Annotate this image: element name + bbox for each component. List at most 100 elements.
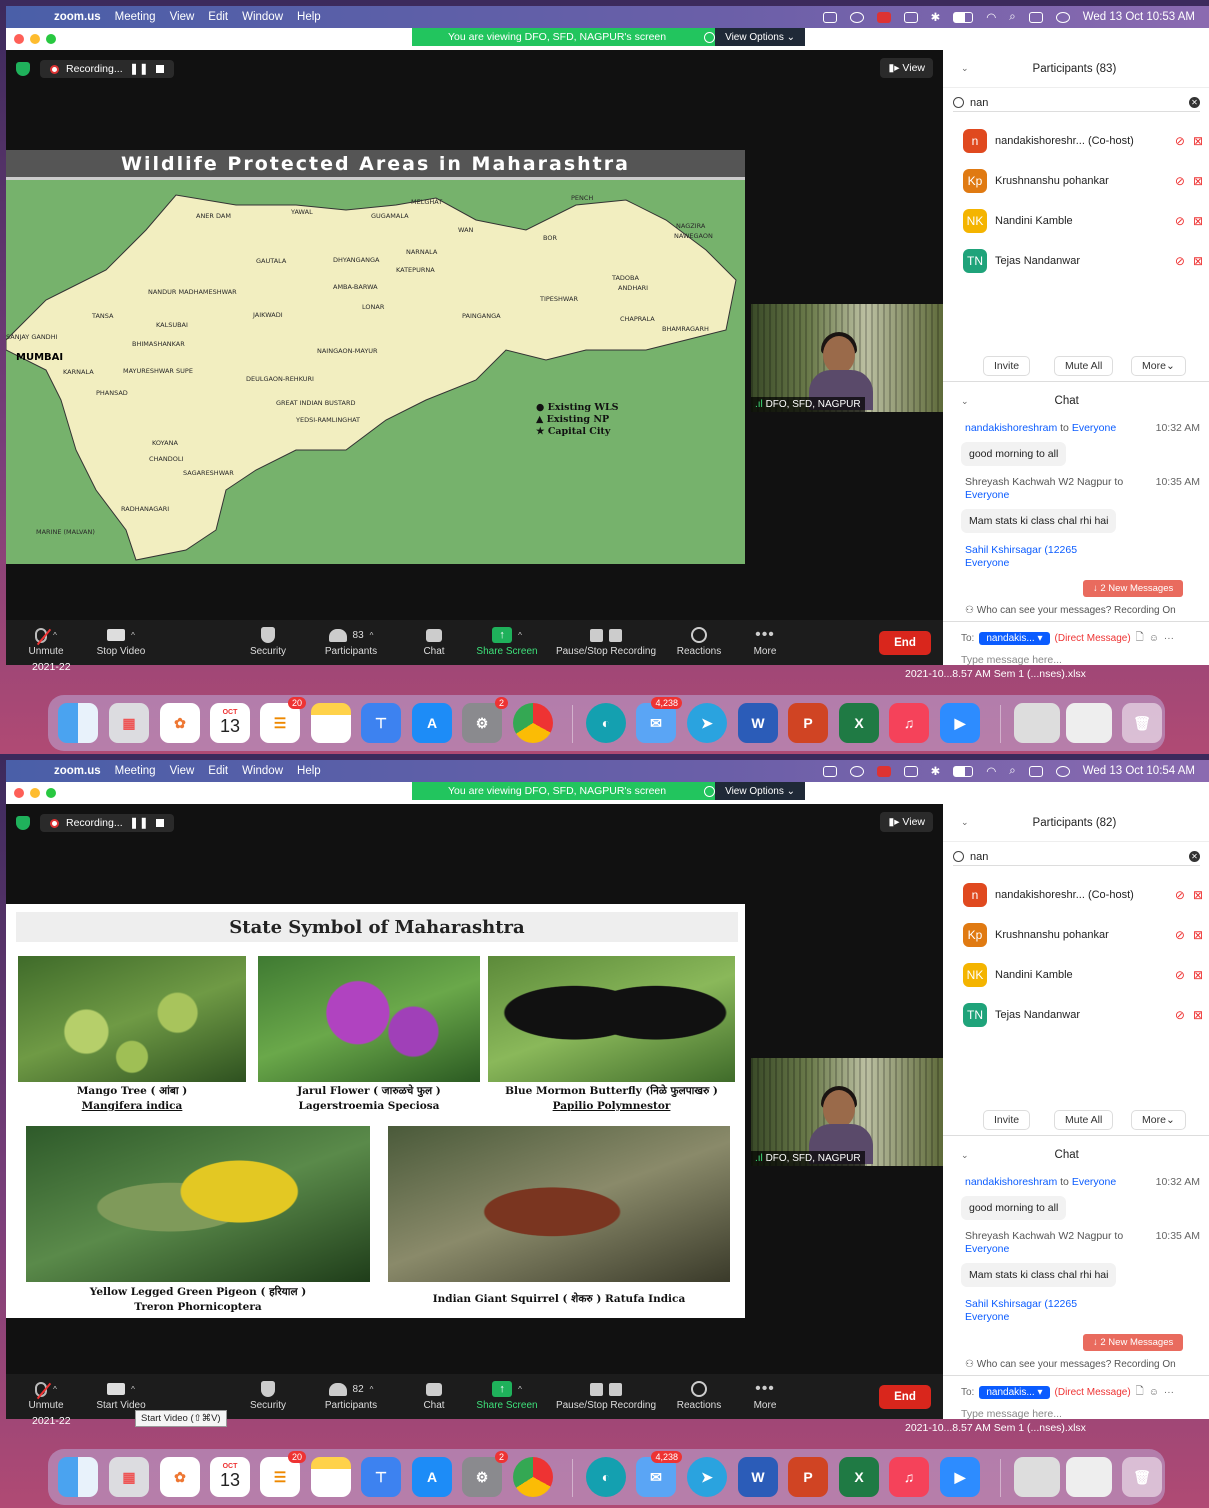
more-dots-icon[interactable]: ··· — [1164, 633, 1174, 644]
participant-row[interactable]: Kp Krushnanshu pohankar ⊘ ⊠ — [963, 168, 1203, 194]
telegram-icon[interactable]: ➤ — [687, 1457, 727, 1497]
video-off-icon[interactable]: ⊠ — [1193, 1008, 1203, 1022]
battery-icon[interactable] — [953, 765, 974, 777]
menu-window[interactable]: Window — [242, 11, 283, 23]
app-store-icon[interactable]: A — [412, 703, 452, 743]
microphone-muted-icon[interactable]: ⊘ — [1175, 1008, 1185, 1022]
word-icon[interactable]: W — [738, 703, 778, 743]
reminders-icon[interactable]: ☰ 20 — [260, 697, 306, 743]
participant-row[interactable]: Kp Krushnanshu pohankar ⊘ ⊠ — [963, 922, 1203, 948]
minimize-window-button[interactable] — [30, 34, 40, 44]
wifi-icon[interactable]: ◠ — [986, 764, 996, 778]
mute-all-button[interactable]: Mute All — [1054, 1110, 1114, 1130]
screen-share-status-icon[interactable] — [822, 765, 837, 777]
menu-help[interactable]: Help — [297, 11, 321, 23]
control-center-icon[interactable] — [1028, 765, 1043, 777]
microphone-muted-icon[interactable]: ⊘ — [1175, 968, 1185, 982]
user-icon[interactable] — [1055, 11, 1070, 23]
more-button[interactable]: ••• More — [750, 626, 780, 658]
microphone-muted-icon[interactable]: ⊘ — [1175, 888, 1185, 902]
menu-view[interactable]: View — [170, 11, 195, 23]
clear-search-icon[interactable]: ✕ — [1189, 851, 1200, 862]
weather-icon[interactable] — [876, 765, 891, 777]
keyboard-icon[interactable] — [903, 11, 918, 23]
participants-button[interactable]: 82 ^ Participants — [318, 1380, 384, 1411]
recipient-dropdown[interactable]: nandakis... ▾ — [979, 632, 1050, 645]
powerpoint-icon[interactable]: P — [788, 703, 828, 743]
menu-app-name[interactable]: zoom.us — [54, 765, 101, 777]
sender-name[interactable]: nandakishoreshram — [965, 422, 1057, 434]
keynote-icon[interactable]: ⊤ — [361, 703, 401, 743]
participant-search-field[interactable]: nan ✕ — [953, 848, 1200, 866]
close-window-button[interactable] — [14, 34, 24, 44]
speaker-video-thumbnail[interactable]: .ıl DFO, SFD, NAGPUR — [751, 304, 943, 412]
collapse-chevron-icon[interactable]: ⌄ — [961, 396, 969, 407]
encryption-shield-icon[interactable] — [16, 62, 30, 76]
excel-icon[interactable]: X — [839, 1457, 879, 1497]
telegram-icon[interactable]: ➤ — [687, 703, 727, 743]
desktop-file-label[interactable]: 2021-10...8.57 AM Sem 1 (...nses).xlsx — [905, 1422, 1086, 1434]
new-messages-button[interactable]: ↓ 2 New Messages — [1083, 1334, 1184, 1351]
app-store-icon[interactable]: A — [412, 1457, 452, 1497]
zoom-icon[interactable]: ▶ — [940, 1457, 980, 1497]
chat-message-bubble[interactable]: Mam stats ki class chal rhi hai — [961, 1263, 1117, 1287]
pause-stop-recording-button[interactable]: Pause/Stop Recording — [552, 626, 660, 657]
chevron-up-icon[interactable]: ^ — [370, 631, 374, 640]
participant-row[interactable]: NK Nandini Kamble ⊘ ⊠ — [963, 208, 1203, 234]
video-off-icon[interactable]: ⊠ — [1193, 174, 1203, 188]
menu-edit[interactable]: Edit — [208, 765, 228, 777]
focus-icon[interactable] — [849, 765, 864, 777]
stop-recording-icon[interactable] — [156, 819, 165, 827]
reminders-icon[interactable]: ☰ 20 — [260, 1451, 306, 1497]
chevron-up-icon[interactable]: ^ — [370, 1385, 374, 1394]
screen-share-status-icon[interactable] — [822, 11, 837, 23]
menu-meeting[interactable]: Meeting — [115, 11, 156, 23]
trash-icon[interactable]: 🗑 — [1122, 703, 1162, 743]
music-icon[interactable]: ♫ — [889, 1457, 929, 1497]
chat-message-bubble[interactable]: good morning to all — [961, 1196, 1067, 1220]
view-options-button[interactable]: View Options ⌄ — [715, 782, 806, 800]
coherence-icon[interactable]: ◐ — [586, 703, 626, 743]
desktop-file-label-left[interactable]: 2021-22 — [32, 661, 71, 673]
chrome-icon[interactable] — [513, 1457, 553, 1497]
zoom-icon[interactable]: ▶ — [940, 703, 980, 743]
desktop-file-label[interactable]: 2021-10...8.57 AM Sem 1 (...nses).xlsx — [905, 668, 1086, 680]
weather-icon[interactable] — [876, 11, 891, 23]
participant-row[interactable]: TN Tejas Nandanwar ⊘ ⊠ — [963, 1002, 1203, 1028]
menubar-clock[interactable]: Wed 13 Oct 10:54 AM — [1083, 765, 1195, 777]
video-off-icon[interactable]: ⊠ — [1193, 928, 1203, 942]
who-can-see-link[interactable]: ⚇ Who can see your messages? Recording O… — [965, 605, 1176, 616]
invite-button[interactable]: Invite — [983, 356, 1031, 376]
participants-button[interactable]: 83 ^ Participants — [318, 626, 384, 657]
menu-view[interactable]: View — [170, 765, 195, 777]
trash-icon[interactable]: 🗑 — [1122, 1457, 1162, 1497]
spotlight-icon[interactable]: ⌕ — [1009, 765, 1015, 778]
chat-input[interactable]: Type message here... — [961, 1408, 1062, 1420]
collapse-chevron-icon[interactable]: ⌄ — [961, 63, 969, 74]
end-meeting-button[interactable]: End — [879, 1385, 931, 1409]
chevron-up-icon[interactable]: ^ — [131, 1385, 135, 1394]
mail-icon[interactable]: ✉ 4,238 — [636, 1451, 682, 1497]
chevron-up-icon[interactable]: ^ — [518, 631, 522, 640]
collapse-chevron-icon[interactable]: ⌄ — [961, 817, 969, 828]
microphone-muted-icon[interactable]: ⊘ — [1175, 134, 1185, 148]
chat-input[interactable]: Type message here... — [961, 654, 1062, 666]
encryption-shield-icon[interactable] — [16, 816, 30, 830]
end-meeting-button[interactable]: End — [879, 631, 931, 655]
bluetooth-icon[interactable]: ✱ — [931, 10, 941, 24]
sender-name[interactable]: Sahil Kshirsagar (12265 — [965, 1298, 1077, 1310]
sender-name[interactable]: Shreyash Kachwah W2 Nagpur — [965, 476, 1112, 488]
emoji-icon[interactable]: ☺ — [1149, 1387, 1159, 1398]
menu-window[interactable]: Window — [242, 765, 283, 777]
chat-message-bubble[interactable]: good morning to all — [961, 442, 1067, 466]
view-button[interactable]: ▮▸ View — [880, 58, 933, 78]
system-preferences-icon[interactable]: ⚙ 2 — [462, 697, 508, 743]
keynote-icon[interactable]: ⊤ — [361, 1457, 401, 1497]
pause-recording-icon[interactable]: ❚❚ — [130, 63, 150, 75]
file-icon[interactable]: 🗋 — [1136, 630, 1144, 647]
recent-window-thumbnail[interactable] — [1014, 1457, 1060, 1497]
recent-document-thumbnail[interactable] — [1066, 1457, 1112, 1497]
close-window-button[interactable] — [14, 788, 24, 798]
who-can-see-link[interactable]: ⚇ Who can see your messages? Recording O… — [965, 1359, 1176, 1370]
participant-search-field[interactable]: nan ✕ — [953, 94, 1200, 112]
